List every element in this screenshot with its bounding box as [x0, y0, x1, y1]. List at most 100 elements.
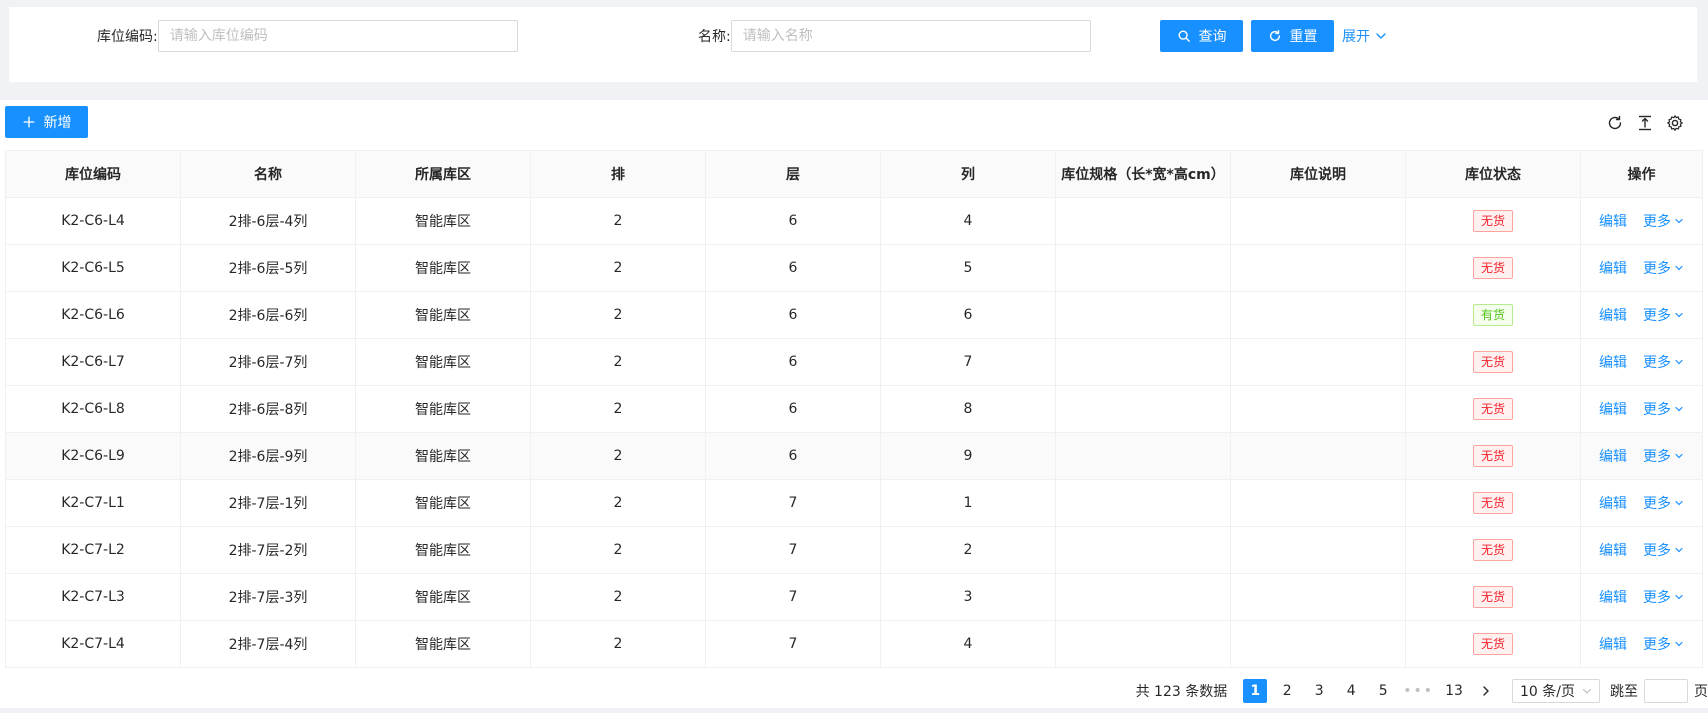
more-dropdown[interactable]: 更多 — [1643, 540, 1684, 560]
cell-spec — [1055, 197, 1231, 245]
gear-icon[interactable] — [1666, 114, 1684, 132]
page-2[interactable]: 2 — [1275, 679, 1299, 703]
table-toolbar-icons — [1606, 114, 1684, 132]
page-3[interactable]: 3 — [1307, 679, 1331, 703]
page-size-select[interactable]: 10 条/页 — [1512, 679, 1600, 703]
jump-input[interactable] — [1644, 679, 1688, 703]
col-header-layer: 层 — [705, 150, 881, 198]
status-badge: 无货 — [1472, 398, 1513, 420]
more-dropdown[interactable]: 更多 — [1643, 305, 1684, 325]
more-dropdown[interactable]: 更多 — [1643, 587, 1684, 607]
cell-layer: 7 — [705, 479, 881, 527]
edit-link[interactable]: 编辑 — [1599, 496, 1627, 512]
expand-label: 展开 — [1342, 29, 1370, 45]
name-input[interactable] — [730, 20, 1091, 52]
more-label: 更多 — [1643, 449, 1671, 465]
table-header-row: 库位编码 名称 所属库区 排 层 列 库位规格（长*宽*高cm） 库位说明 库位… — [5, 150, 1703, 198]
cell-actions: 编辑 更多 — [1580, 291, 1703, 339]
status-badge: 无货 — [1472, 210, 1513, 232]
cell-actions: 编辑 更多 — [1580, 197, 1703, 245]
page-ellipsis[interactable]: ••• — [1403, 679, 1434, 703]
cell-layer: 7 — [705, 573, 881, 621]
edit-link[interactable]: 编辑 — [1599, 355, 1627, 371]
cell-name: 2排-6层-9列 — [180, 432, 356, 480]
cell-layer: 7 — [705, 620, 881, 668]
cell-desc — [1230, 479, 1406, 527]
table-row: K2-C6-L6 2排-6层-6列 智能库区 2 6 6 有货 编辑 更多 — [5, 291, 1703, 339]
cell-area: 智能库区 — [355, 385, 531, 433]
more-label: 更多 — [1643, 543, 1671, 559]
edit-link[interactable]: 编辑 — [1599, 637, 1627, 653]
cell-actions: 编辑 更多 — [1580, 620, 1703, 668]
status-badge: 有货 — [1472, 304, 1513, 326]
cell-spec — [1055, 244, 1231, 292]
page-last[interactable]: 13 — [1442, 679, 1466, 703]
col-header-code: 库位编码 — [5, 150, 181, 198]
edit-link[interactable]: 编辑 — [1599, 214, 1627, 230]
more-dropdown[interactable]: 更多 — [1643, 493, 1684, 513]
more-dropdown[interactable]: 更多 — [1643, 211, 1684, 231]
col-header-actions: 操作 — [1580, 150, 1703, 198]
add-button[interactable]: 新增 — [5, 106, 88, 138]
edit-link[interactable]: 编辑 — [1599, 590, 1627, 606]
chevron-down-icon — [1376, 33, 1386, 39]
more-dropdown[interactable]: 更多 — [1643, 352, 1684, 372]
more-dropdown[interactable]: 更多 — [1643, 399, 1684, 419]
more-dropdown[interactable]: 更多 — [1643, 258, 1684, 278]
col-header-spec: 库位规格（长*宽*高cm） — [1055, 150, 1231, 198]
cell-row: 2 — [530, 573, 706, 621]
cell-name: 2排-7层-3列 — [180, 573, 356, 621]
cell-status: 无货 — [1405, 620, 1581, 668]
cell-col: 7 — [880, 338, 1056, 386]
reset-button[interactable]: 重置 — [1251, 20, 1334, 52]
table-row: K2-C7-L3 2排-7层-3列 智能库区 2 7 3 无货 编辑 更多 — [5, 573, 1703, 621]
more-dropdown[interactable]: 更多 — [1643, 446, 1684, 466]
chevron-down-icon — [1675, 641, 1683, 647]
chevron-down-icon — [1582, 688, 1592, 694]
cell-row: 2 — [530, 244, 706, 292]
more-dropdown[interactable]: 更多 — [1643, 634, 1684, 654]
cell-col: 9 — [880, 432, 1056, 480]
cell-actions: 编辑 更多 — [1580, 573, 1703, 621]
expand-toggle[interactable]: 展开 — [1342, 20, 1387, 52]
cell-desc — [1230, 620, 1406, 668]
page-4[interactable]: 4 — [1339, 679, 1363, 703]
edit-link[interactable]: 编辑 — [1599, 402, 1627, 418]
reload-icon[interactable] — [1606, 114, 1624, 132]
query-label: 查询 — [1198, 29, 1227, 45]
next-page-button[interactable] — [1474, 679, 1498, 703]
col-header-col: 列 — [880, 150, 1056, 198]
cell-name: 2排-7层-2列 — [180, 526, 356, 574]
cell-code: K2-C6-L5 — [5, 244, 181, 292]
cell-spec — [1055, 479, 1231, 527]
cell-actions: 编辑 更多 — [1580, 526, 1703, 574]
cell-row: 2 — [530, 385, 706, 433]
query-button[interactable]: 查询 — [1160, 20, 1243, 52]
table-row: K2-C7-L4 2排-7层-4列 智能库区 2 7 4 无货 编辑 更多 — [5, 620, 1703, 668]
edit-link[interactable]: 编辑 — [1599, 308, 1627, 324]
more-label: 更多 — [1643, 214, 1671, 230]
cell-spec — [1055, 385, 1231, 433]
page-5[interactable]: 5 — [1371, 679, 1395, 703]
pagination-total: 共 123 条数据 — [1135, 684, 1228, 700]
edit-link[interactable]: 编辑 — [1599, 543, 1627, 559]
code-input[interactable] — [157, 20, 518, 52]
edit-link[interactable]: 编辑 — [1599, 449, 1627, 465]
column-height-icon[interactable] — [1636, 114, 1654, 132]
cell-spec — [1055, 291, 1231, 339]
table-row: K2-C7-L2 2排-7层-2列 智能库区 2 7 2 无货 编辑 更多 — [5, 526, 1703, 574]
page-1[interactable]: 1 — [1243, 679, 1268, 703]
cell-code: K2-C6-L6 — [5, 291, 181, 339]
cell-col: 3 — [880, 573, 1056, 621]
code-label: 库位编码: — [97, 29, 158, 45]
cell-area: 智能库区 — [355, 244, 531, 292]
cell-name: 2排-6层-8列 — [180, 385, 356, 433]
edit-link[interactable]: 编辑 — [1599, 261, 1627, 277]
name-field: 名称: — [698, 20, 1091, 52]
cell-area: 智能库区 — [355, 479, 531, 527]
jump-label: 跳至 — [1610, 684, 1638, 700]
cell-area: 智能库区 — [355, 291, 531, 339]
table-row: K2-C6-L5 2排-6层-5列 智能库区 2 6 5 无货 编辑 更多 — [5, 244, 1703, 292]
cell-layer: 7 — [705, 526, 881, 574]
cell-area: 智能库区 — [355, 432, 531, 480]
